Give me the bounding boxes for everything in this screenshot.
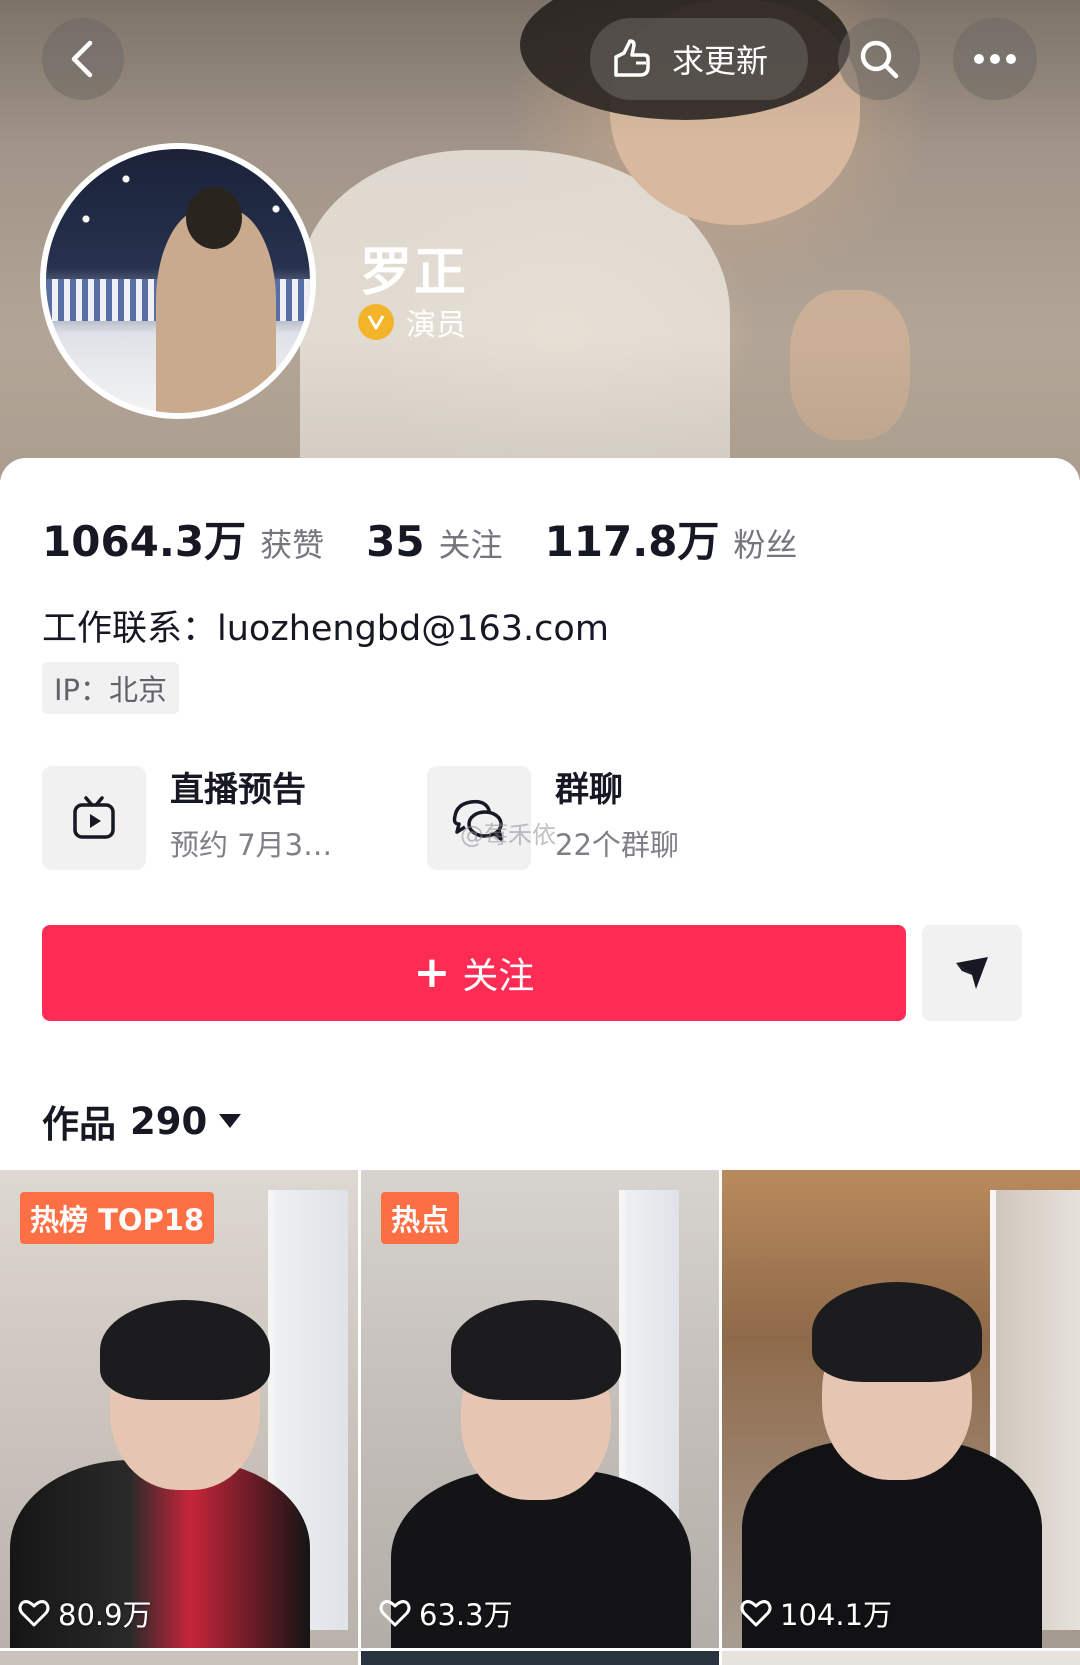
- back-button[interactable]: [42, 18, 124, 100]
- video-tile[interactable]: 热点 63.3万: [361, 1170, 719, 1648]
- stat-label: 粉丝: [733, 526, 798, 564]
- hand-pointer-icon: [614, 39, 650, 77]
- stat-value: 1064.3万: [42, 517, 247, 566]
- video-tile-next-row: [722, 1651, 1080, 1665]
- stat-followers[interactable]: 117.8万 粉丝: [545, 508, 798, 569]
- tile-photo-hair: [451, 1300, 621, 1400]
- verified-badge-icon: [358, 304, 394, 340]
- verification-label: 演员: [406, 308, 466, 343]
- follow-button-label: 关注: [462, 956, 535, 997]
- video-likes: 63.3万: [379, 1592, 513, 1634]
- video-likes-count: 104.1万: [780, 1598, 893, 1632]
- search-button[interactable]: [838, 18, 920, 100]
- request-update-button[interactable]: 求更新: [590, 18, 808, 100]
- tv-play-icon: [73, 796, 115, 839]
- video-likes: 80.9万: [18, 1592, 152, 1634]
- video-likes-count: 63.3万: [419, 1598, 513, 1632]
- video-grid: 热榜 TOP18 80.9万 热点 63.3万 104.1万: [0, 1170, 1080, 1665]
- profile-name: 罗正: [360, 243, 469, 303]
- follow-button[interactable]: + 关注: [42, 925, 906, 1021]
- ip-location-tag: IP：北京: [42, 662, 180, 714]
- video-likes: 104.1万: [740, 1592, 892, 1634]
- video-badge: 热点: [381, 1192, 460, 1244]
- video-tile-next-row: [361, 1651, 719, 1665]
- stat-likes[interactable]: 1064.3万 获赞: [42, 508, 324, 569]
- video-badge: 热榜 TOP18: [20, 1192, 215, 1244]
- heart-outline-icon: [740, 1600, 772, 1627]
- group-chat-subtitle: 22个群聊: [555, 828, 679, 862]
- live-preview-title: 直播预告: [170, 770, 306, 810]
- plus-icon: +: [413, 947, 451, 998]
- video-tile[interactable]: 104.1万: [722, 1170, 1080, 1648]
- video-tile[interactable]: 热榜 TOP18 80.9万: [0, 1170, 358, 1648]
- stat-value: 35: [366, 517, 425, 566]
- verification-tag: 演员: [358, 300, 466, 344]
- caret-down-icon: [219, 1114, 242, 1128]
- feature-icon-box: [42, 766, 146, 870]
- video-tile-next-row: [0, 1651, 358, 1665]
- more-button[interactable]: [953, 18, 1037, 100]
- bio-contact: 工作联系：luozhengbd@163.com: [42, 609, 609, 649]
- video-likes-count: 80.9万: [58, 1598, 152, 1632]
- avatar[interactable]: [40, 143, 316, 419]
- send-arrow-icon: [956, 957, 988, 989]
- profile-stats: 1064.3万 获赞 35 关注 117.8万 粉丝: [42, 508, 839, 569]
- stat-label: 关注: [438, 526, 503, 564]
- search-icon: [860, 40, 899, 79]
- stat-following[interactable]: 35 关注: [366, 517, 502, 566]
- live-preview-entry[interactable]: 直播预告 预约 7月3…: [42, 766, 332, 870]
- stat-value: 117.8万: [544, 517, 720, 566]
- watermark-text: @莓禾依: [460, 821, 556, 849]
- tile-photo-hair: [100, 1300, 270, 1400]
- group-chat-title: 群聊: [555, 770, 623, 810]
- heart-outline-icon: [379, 1600, 411, 1627]
- heart-outline-icon: [18, 1600, 50, 1627]
- works-tab-label: 作品: [42, 1103, 116, 1146]
- live-preview-subtitle: 预约 7月3…: [170, 828, 333, 862]
- more-dots-icon: [974, 54, 1016, 64]
- stat-label: 获赞: [260, 526, 325, 564]
- avatar-photo-head: [186, 187, 242, 249]
- chevron-left-icon: [71, 40, 93, 78]
- tile-photo-hair: [812, 1282, 982, 1382]
- works-tab[interactable]: 作品 290: [42, 1094, 242, 1148]
- request-update-label: 求更新: [672, 42, 769, 80]
- share-button[interactable]: [922, 925, 1022, 1021]
- works-count: 290: [130, 1099, 208, 1143]
